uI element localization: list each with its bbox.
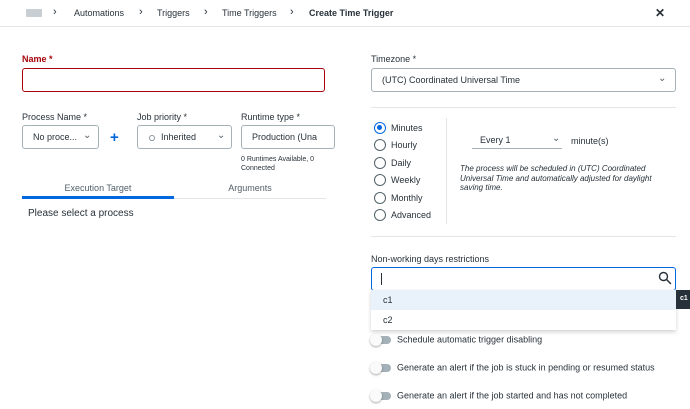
frequency-divider [446, 118, 447, 224]
breadcrumb-blurred-item[interactable] [26, 9, 42, 17]
radio-icon [374, 157, 386, 169]
breadcrumb-bar: › Automations › Triggers › Time Triggers… [0, 0, 690, 27]
select-process-message: Please select a process [28, 208, 134, 219]
chevron-down-icon: ⌄ [83, 130, 92, 141]
breadcrumb-time-triggers[interactable]: Time Triggers [222, 8, 277, 18]
radio-minutes[interactable]: Minutes [374, 122, 423, 134]
radio-icon [374, 209, 386, 221]
add-process-button[interactable]: + [110, 129, 119, 146]
radio-monthly[interactable]: Monthly [374, 192, 423, 204]
chevron-down-icon: ⌄ [217, 130, 226, 141]
job-priority-select[interactable]: Inherited ⌄ [137, 125, 232, 149]
page-title: Create Time Trigger [309, 8, 394, 18]
schedule-note: The process will be scheduled in (UTC) C… [460, 164, 652, 192]
close-icon[interactable]: ✕ [655, 6, 665, 20]
timezone-value: (UTC) Coordinated Universal Time [382, 75, 521, 85]
radio-icon [374, 192, 386, 204]
chevron-right-icon: › [139, 6, 143, 18]
section-divider [371, 236, 676, 237]
runtime-type-select[interactable]: Production (Una [241, 125, 335, 149]
priority-circle-icon [149, 134, 155, 141]
job-priority-label: Job priority * [137, 112, 188, 122]
timezone-label: Timezone * [371, 54, 417, 64]
toggle-alert-pending[interactable]: Generate an alert if the job is stuck in… [370, 361, 655, 374]
non-working-days-label: Non-working days restrictions [371, 254, 490, 264]
process-name-value: No proce... [33, 132, 78, 142]
calendar-dropdown: c1 c2 [371, 290, 676, 330]
runtime-availability-note: 0 Runtimes Available, 0 Connected [241, 156, 315, 172]
toggle-alert-not-completed[interactable]: Generate an alert if the job started and… [370, 389, 627, 402]
radio-weekly[interactable]: Weekly [374, 174, 420, 186]
tab-arguments[interactable]: Arguments [174, 183, 326, 193]
chevron-right-icon: › [204, 6, 208, 18]
option-tooltip: c1 [676, 290, 690, 309]
job-priority-value: Inherited [149, 132, 196, 142]
toggle-switch[interactable] [370, 389, 391, 402]
active-tab-indicator [22, 196, 174, 199]
text-caret [381, 273, 382, 285]
search-icon[interactable] [658, 271, 672, 285]
runtime-type-value: Production (Una [252, 132, 318, 142]
chevron-right-icon: › [53, 6, 57, 18]
radio-daily[interactable]: Daily [374, 157, 411, 169]
interval-unit: minute(s) [571, 136, 609, 146]
toggle-auto-disable[interactable]: Schedule automatic trigger disabling [370, 333, 542, 346]
section-divider [371, 107, 676, 108]
tab-execution-target[interactable]: Execution Target [22, 183, 174, 193]
timezone-select[interactable]: (UTC) Coordinated Universal Time ⌄ [371, 68, 676, 92]
dropdown-option-c1[interactable]: c1 [371, 290, 676, 310]
every-value: Every 1 [480, 135, 511, 145]
radio-icon [374, 139, 386, 151]
name-label: Name * [22, 54, 53, 64]
radio-advanced[interactable]: Advanced [374, 209, 431, 221]
runtime-type-label: Runtime type * [241, 112, 301, 122]
breadcrumb-automations[interactable]: Automations [74, 8, 124, 18]
radio-icon [374, 174, 386, 186]
chevron-down-icon: ⌄ [658, 73, 667, 84]
breadcrumb-triggers[interactable]: Triggers [157, 8, 190, 18]
chevron-down-icon: ⌄ [552, 133, 561, 144]
dropdown-option-c2[interactable]: c2 [371, 310, 676, 330]
every-interval-select[interactable]: Every 1 ⌄ [472, 133, 562, 149]
chevron-right-icon: › [290, 6, 294, 18]
radio-hourly[interactable]: Hourly [374, 139, 417, 151]
process-name-label: Process Name * [22, 112, 88, 122]
non-working-days-search-input[interactable] [371, 267, 676, 291]
toggle-switch[interactable] [370, 361, 391, 374]
toggle-switch[interactable] [370, 333, 391, 346]
radio-selected-icon [374, 122, 386, 134]
name-input[interactable] [22, 68, 325, 92]
process-name-select[interactable]: No proce... ⌄ [22, 125, 99, 149]
